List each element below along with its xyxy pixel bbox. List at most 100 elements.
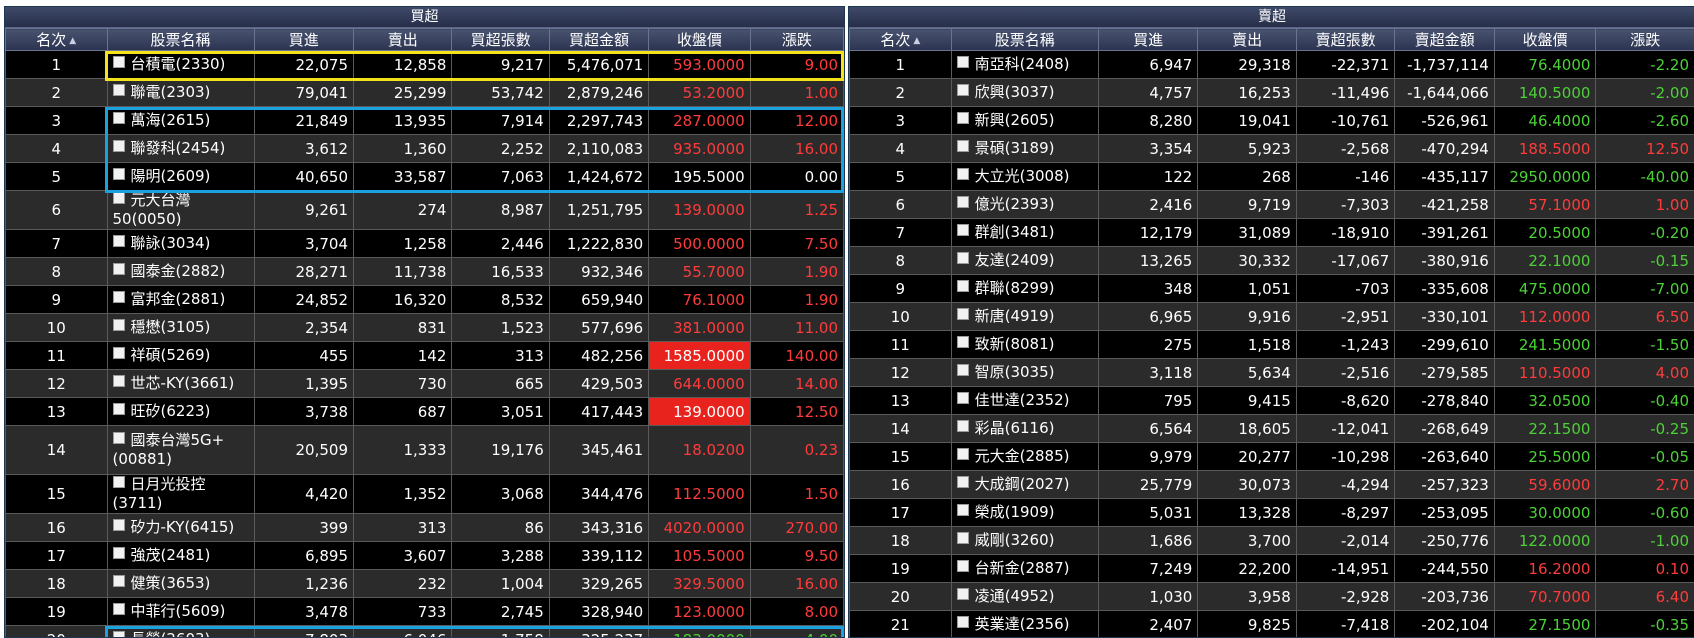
stock-name-cell[interactable]: 元大台灣50(0050) bbox=[107, 191, 254, 230]
sort-icon[interactable]: ▲ bbox=[69, 36, 76, 46]
stock-name-cell[interactable]: 中菲行(5609) bbox=[107, 598, 254, 626]
stock-name-cell[interactable]: 聯電(2303) bbox=[107, 79, 254, 107]
table-row[interactable]: 1台積電(2330)22,07512,8589,2175,476,071593.… bbox=[6, 51, 844, 79]
stock-name-cell[interactable]: 國泰台灣5G+(00881) bbox=[107, 426, 254, 475]
row-checkbox[interactable] bbox=[957, 308, 969, 320]
table-row[interactable]: 5陽明(2609)40,65033,5877,0631,424,672195.5… bbox=[6, 163, 844, 191]
row-checkbox[interactable] bbox=[113, 347, 125, 359]
stock-name-cell[interactable]: 凌通(4952) bbox=[951, 583, 1098, 611]
col-header-sell[interactable]: 賣出 bbox=[1198, 29, 1296, 51]
row-checkbox[interactable] bbox=[957, 252, 969, 264]
table-row[interactable]: 19中菲行(5609)3,4787332,745328,940123.00008… bbox=[6, 598, 844, 626]
stock-name-cell[interactable]: 台新金(2887) bbox=[951, 555, 1098, 583]
row-checkbox[interactable] bbox=[113, 519, 125, 531]
table-row[interactable]: 20凌通(4952)1,0303,958-2,928-203,73670.700… bbox=[850, 583, 1694, 611]
table-row[interactable]: 19台新金(2887)7,24922,200-14,951-244,55016.… bbox=[850, 555, 1694, 583]
table-row[interactable]: 18威剛(3260)1,6863,700-2,014-250,776122.00… bbox=[850, 527, 1694, 555]
col-header-rank[interactable]: 名次▲ bbox=[6, 29, 108, 51]
row-checkbox[interactable] bbox=[957, 168, 969, 180]
table-row[interactable]: 21英業達(2356)2,4079,825-7,418-202,10427.15… bbox=[850, 611, 1694, 638]
stock-name-cell[interactable]: 彩晶(6116) bbox=[951, 415, 1098, 443]
stock-name-cell[interactable]: 穩懋(3105) bbox=[107, 314, 254, 342]
row-checkbox[interactable] bbox=[957, 476, 969, 488]
row-checkbox[interactable] bbox=[957, 364, 969, 376]
row-checkbox[interactable] bbox=[957, 532, 969, 544]
table-row[interactable]: 9富邦金(2881)24,85216,3208,532659,94076.100… bbox=[6, 286, 844, 314]
col-header-buy[interactable]: 買進 bbox=[1098, 29, 1198, 51]
stock-name-cell[interactable]: 群創(3481) bbox=[951, 219, 1098, 247]
table-row[interactable]: 13佳世達(2352)7959,415-8,620-278,84032.0500… bbox=[850, 387, 1694, 415]
col-header-name[interactable]: 股票名稱 bbox=[951, 29, 1098, 51]
table-row[interactable]: 10新唐(4919)6,9659,916-2,951-330,101112.00… bbox=[850, 303, 1694, 331]
table-row[interactable]: 4聯發科(2454)3,6121,3602,2522,110,083935.00… bbox=[6, 135, 844, 163]
col-header-amount[interactable]: 買超金額 bbox=[549, 29, 648, 51]
table-row[interactable]: 10穩懋(3105)2,3548311,523577,696381.000011… bbox=[6, 314, 844, 342]
table-row[interactable]: 8友達(2409)13,26530,332-17,067-380,91622.1… bbox=[850, 247, 1694, 275]
table-row[interactable]: 15日月光投控(3711)4,4201,3523,068344,476112.5… bbox=[6, 475, 844, 514]
stock-name-cell[interactable]: 佳世達(2352) bbox=[951, 387, 1098, 415]
table-row[interactable]: 12智原(3035)3,1185,634-2,516-279,585110.50… bbox=[850, 359, 1694, 387]
stock-name-cell[interactable]: 大立光(3008) bbox=[951, 163, 1098, 191]
stock-name-cell[interactable]: 富邦金(2881) bbox=[107, 286, 254, 314]
col-header-close[interactable]: 收盤價 bbox=[1494, 29, 1596, 51]
stock-name-cell[interactable]: 威剛(3260) bbox=[951, 527, 1098, 555]
row-checkbox[interactable] bbox=[113, 403, 125, 415]
stock-name-cell[interactable]: 大成鋼(2027) bbox=[951, 471, 1098, 499]
stock-name-cell[interactable]: 新興(2605) bbox=[951, 107, 1098, 135]
row-checkbox[interactable] bbox=[113, 235, 125, 247]
table-row[interactable]: 3萬海(2615)21,84913,9357,9142,297,743287.0… bbox=[6, 107, 844, 135]
table-row[interactable]: 14彩晶(6116)6,56418,605-12,041-268,64922.1… bbox=[850, 415, 1694, 443]
row-checkbox[interactable] bbox=[113, 319, 125, 331]
row-checkbox[interactable] bbox=[113, 375, 125, 387]
col-header-net[interactable]: 買超張數 bbox=[452, 29, 549, 51]
col-header-name[interactable]: 股票名稱 bbox=[107, 29, 254, 51]
table-row[interactable]: 5大立光(3008)122268-146-435,1172950.0000-40… bbox=[850, 163, 1694, 191]
row-checkbox[interactable] bbox=[113, 84, 125, 96]
col-header-change[interactable]: 漲跌 bbox=[1596, 29, 1694, 51]
stock-name-cell[interactable]: 祥碩(5269) bbox=[107, 342, 254, 370]
table-row[interactable]: 1南亞科(2408)6,94729,318-22,371-1,737,11476… bbox=[850, 51, 1694, 79]
table-row[interactable]: 6億光(2393)2,4169,719-7,303-421,25857.1000… bbox=[850, 191, 1694, 219]
table-row[interactable]: 16矽力-KY(6415)39931386343,3164020.0000270… bbox=[6, 514, 844, 542]
row-checkbox[interactable] bbox=[113, 192, 125, 204]
row-checkbox[interactable] bbox=[113, 476, 125, 488]
row-checkbox[interactable] bbox=[957, 280, 969, 292]
row-checkbox[interactable] bbox=[113, 140, 125, 152]
stock-name-cell[interactable]: 健策(3653) bbox=[107, 570, 254, 598]
col-header-buy[interactable]: 買進 bbox=[254, 29, 353, 51]
table-row[interactable]: 7聯詠(3034)3,7041,2582,4461,222,830500.000… bbox=[6, 230, 844, 258]
col-header-rank[interactable]: 名次▲ bbox=[850, 29, 952, 51]
row-checkbox[interactable] bbox=[957, 224, 969, 236]
stock-name-cell[interactable]: 智原(3035) bbox=[951, 359, 1098, 387]
table-row[interactable]: 13旺矽(6223)3,7386873,051417,443139.000012… bbox=[6, 398, 844, 426]
row-checkbox[interactable] bbox=[957, 392, 969, 404]
row-checkbox[interactable] bbox=[957, 616, 969, 628]
stock-name-cell[interactable]: 致新(8081) bbox=[951, 331, 1098, 359]
row-checkbox[interactable] bbox=[113, 168, 125, 180]
table-row[interactable]: 20長榮(2603)7,8036,0461,758325,237183.0000… bbox=[6, 626, 844, 638]
stock-name-cell[interactable]: 英業達(2356) bbox=[951, 611, 1098, 638]
row-checkbox[interactable] bbox=[113, 575, 125, 587]
stock-name-cell[interactable]: 矽力-KY(6415) bbox=[107, 514, 254, 542]
stock-name-cell[interactable]: 聯詠(3034) bbox=[107, 230, 254, 258]
table-row[interactable]: 15元大金(2885)9,97920,277-10,298-263,64025.… bbox=[850, 443, 1694, 471]
stock-name-cell[interactable]: 元大金(2885) bbox=[951, 443, 1098, 471]
table-row[interactable]: 18健策(3653)1,2362321,004329,265329.500016… bbox=[6, 570, 844, 598]
stock-name-cell[interactable]: 日月光投控(3711) bbox=[107, 475, 254, 514]
stock-name-cell[interactable]: 億光(2393) bbox=[951, 191, 1098, 219]
row-checkbox[interactable] bbox=[957, 84, 969, 96]
table-row[interactable]: 11祥碩(5269)455142313482,2561585.0000140.0… bbox=[6, 342, 844, 370]
table-row[interactable]: 9群聯(8299)3481,051-703-335,608475.0000-7.… bbox=[850, 275, 1694, 303]
stock-name-cell[interactable]: 國泰金(2882) bbox=[107, 258, 254, 286]
stock-name-cell[interactable]: 聯發科(2454) bbox=[107, 135, 254, 163]
table-row[interactable]: 6元大台灣50(0050)9,2612748,9871,251,795139.0… bbox=[6, 191, 844, 230]
stock-name-cell[interactable]: 旺矽(6223) bbox=[107, 398, 254, 426]
row-checkbox[interactable] bbox=[113, 263, 125, 275]
table-row[interactable]: 8國泰金(2882)28,27111,73816,533932,34655.70… bbox=[6, 258, 844, 286]
row-checkbox[interactable] bbox=[957, 336, 969, 348]
sort-icon[interactable]: ▲ bbox=[913, 36, 920, 46]
row-checkbox[interactable] bbox=[957, 140, 969, 152]
table-row[interactable]: 14國泰台灣5G+(00881)20,5091,33319,176345,461… bbox=[6, 426, 844, 475]
stock-name-cell[interactable]: 長榮(2603) bbox=[107, 626, 254, 638]
stock-name-cell[interactable]: 世芯-KY(3661) bbox=[107, 370, 254, 398]
